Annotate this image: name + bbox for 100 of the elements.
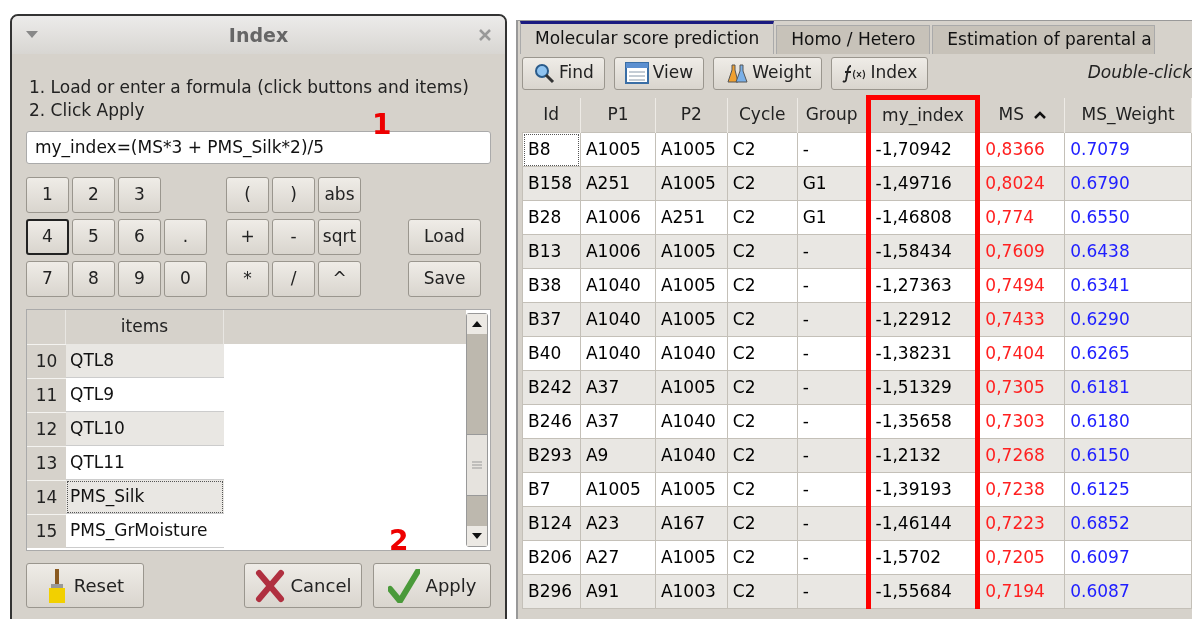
- table-cell: A1005: [655, 234, 728, 269]
- table-cell: A9: [580, 438, 656, 473]
- keypad-key[interactable]: 7: [26, 261, 69, 297]
- operator-key[interactable]: +: [226, 219, 269, 255]
- table-cell: 0,7494: [977, 268, 1065, 303]
- table-cell: C2: [727, 540, 798, 575]
- grip-icon: [472, 461, 482, 469]
- table-cell: 0,7609: [977, 234, 1065, 269]
- keypad-key[interactable]: 2: [72, 177, 115, 213]
- column-header[interactable]: MS: [977, 97, 1065, 133]
- row-number: 12: [27, 412, 66, 446]
- cross-icon: [254, 568, 285, 603]
- tab[interactable]: Homo / Hetero: [776, 25, 931, 54]
- table-cell: 0,7205: [977, 540, 1065, 575]
- operator-key[interactable]: ^: [318, 261, 361, 297]
- operator-key[interactable]: sqrt: [318, 219, 361, 255]
- tab[interactable]: Molecular score prediction: [520, 21, 775, 54]
- toolbar-button[interactable]: Weight: [713, 56, 823, 90]
- table-cell: 0,7268: [977, 438, 1065, 473]
- column-header[interactable]: MS_Weight: [1064, 97, 1192, 133]
- table-cell: B158: [522, 166, 581, 201]
- table-cell: B296: [522, 574, 581, 609]
- list-icon: [624, 62, 649, 84]
- toolbar-button[interactable]: Find: [522, 56, 605, 90]
- table-cell: C2: [727, 132, 798, 167]
- cancel-button[interactable]: Cancel: [244, 563, 362, 608]
- file-button[interactable]: Load: [408, 219, 481, 255]
- table-cell: 0.6097: [1064, 540, 1192, 575]
- column-header[interactable]: Cycle: [727, 97, 798, 133]
- toolbar-button[interactable]: View: [613, 56, 705, 90]
- list-item[interactable]: QTL8: [66, 344, 224, 378]
- table-cell: B7: [522, 472, 581, 507]
- table-cell: 0.6150: [1064, 438, 1192, 473]
- keypad-key[interactable]: 8: [72, 261, 115, 297]
- table-cell: A1005: [580, 472, 656, 507]
- reset-button[interactable]: Reset: [26, 563, 144, 608]
- table-cell: 0,7303: [977, 404, 1065, 439]
- table-cell: B124: [522, 506, 581, 541]
- dropdown-icon[interactable]: [26, 31, 38, 39]
- table-cell: B8: [522, 132, 581, 167]
- table-cell: C2: [727, 506, 798, 541]
- table-cell: 0.6180: [1064, 404, 1192, 439]
- table-cell: 0,7404: [977, 336, 1065, 371]
- search-icon: [533, 62, 555, 84]
- table-cell: A251: [655, 200, 728, 235]
- list-item[interactable]: QTL10: [66, 412, 224, 446]
- column-header[interactable]: my_index: [868, 97, 978, 133]
- table-cell: A1005: [655, 540, 728, 575]
- scrollbar[interactable]: [466, 313, 488, 547]
- keypad-key[interactable]: 5: [72, 219, 115, 255]
- row-number: 13: [27, 446, 66, 480]
- table-cell: A1005: [655, 370, 728, 405]
- column-header[interactable]: P1: [580, 97, 656, 133]
- table-cell: B206: [522, 540, 581, 575]
- keypad-key[interactable]: 9: [118, 261, 161, 297]
- tab[interactable]: Estimation of parental a: [932, 25, 1155, 54]
- table-cell: B293: [522, 438, 581, 473]
- table-cell: 0.7079: [1064, 132, 1192, 167]
- keypad-key[interactable]: 1: [26, 177, 69, 213]
- table-cell: A1040: [655, 404, 728, 439]
- table-cell: A37: [580, 370, 656, 405]
- table-cell: 0.6087: [1064, 574, 1192, 609]
- operator-key[interactable]: ): [272, 177, 315, 213]
- table-cell: A167: [655, 506, 728, 541]
- operator-key[interactable]: (: [226, 177, 269, 213]
- keypad-key[interactable]: 0: [164, 261, 207, 297]
- keypad-key[interactable]: .: [164, 219, 207, 255]
- scroll-down-icon[interactable]: [467, 526, 487, 546]
- keypad-key[interactable]: 4: [26, 219, 69, 255]
- checkmark-icon: [387, 568, 420, 603]
- table-cell: 0,7223: [977, 506, 1065, 541]
- table-cell: 0,774: [977, 200, 1065, 235]
- table-cell: A1005: [655, 302, 728, 337]
- table-cell: B37: [522, 302, 581, 337]
- keypad-key[interactable]: 6: [118, 219, 161, 255]
- keypad-key[interactable]: 3: [118, 177, 161, 213]
- apply-button[interactable]: Apply: [373, 563, 491, 608]
- operator-key[interactable]: /: [272, 261, 315, 297]
- close-icon[interactable]: [479, 29, 491, 41]
- scroll-up-icon[interactable]: [467, 314, 487, 334]
- table-cell: A27: [580, 540, 656, 575]
- operator-key[interactable]: *: [226, 261, 269, 297]
- file-button[interactable]: Save: [408, 261, 481, 297]
- instruction-text: 2. Click Apply: [29, 99, 146, 122]
- operator-key[interactable]: abs: [318, 177, 361, 213]
- table-cell: B13: [522, 234, 581, 269]
- table-cell: A37: [580, 404, 656, 439]
- list-item[interactable]: PMS_Silk: [66, 480, 224, 514]
- column-header[interactable]: P2: [655, 97, 728, 133]
- table-cell: A1040: [580, 302, 656, 337]
- table-cell: -1,55684: [868, 574, 978, 609]
- table-cell: B38: [522, 268, 581, 303]
- operator-key[interactable]: -: [272, 219, 315, 255]
- table-cell: 0.6550: [1064, 200, 1192, 235]
- table-cell: 0,7433: [977, 302, 1065, 337]
- table-cell: A1005: [655, 268, 728, 303]
- column-header[interactable]: Id: [522, 97, 581, 133]
- table-cell: B40: [522, 336, 581, 371]
- toolbar-button[interactable]: Index: [831, 56, 929, 90]
- column-header[interactable]: Group: [797, 97, 868, 133]
